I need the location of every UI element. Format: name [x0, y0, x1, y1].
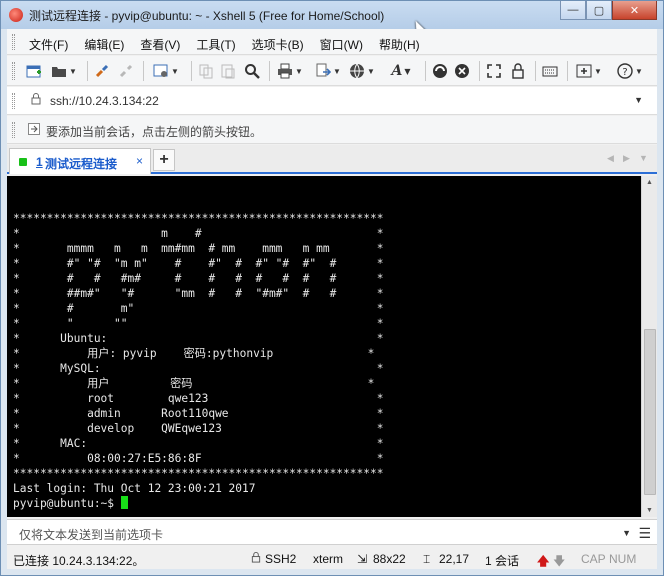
menu-help[interactable]: 帮助(H) [379, 36, 420, 53]
terminal-output: ****************************************… [13, 211, 383, 511]
status-size-icon: ⇲ [357, 552, 368, 566]
reconnect-icon[interactable] [93, 62, 111, 80]
add-tab-icon[interactable]: ▼ [573, 62, 605, 80]
tab-bar: 1 测试远程连接 × + ◀ ▶ ▼ [7, 145, 657, 174]
terminal-text: ****************************************… [13, 212, 384, 510]
toolbar: ▼ ▼ ▼ ▼ ▼ A ▼ ▼ ? ▼ [7, 56, 657, 86]
tab-scroll-right-icon[interactable]: ▶ [623, 153, 630, 164]
window-controls: — ▢ ✕ [560, 1, 657, 21]
compose-dropdown-icon[interactable]: ▼ [622, 528, 631, 538]
address-input[interactable]: ssh://10.24.3.134:22 [50, 94, 159, 108]
keyboard-icon[interactable] [541, 62, 559, 80]
client-area: 文件(F) 编辑(E) 查看(V) 工具(T) 选项卡(B) 窗口(W) 帮助(… [7, 29, 657, 569]
addressbar-grip-icon[interactable] [12, 93, 15, 109]
toolbar-separator [535, 61, 536, 81]
terminal-cursor [120, 496, 128, 509]
paste-icon[interactable] [219, 62, 237, 80]
menu-tools[interactable]: 工具(T) [196, 36, 235, 53]
toolbar-separator [425, 61, 426, 81]
title-bar[interactable]: 测试远程连接 - pyvip@ubuntu: ~ - Xshell 5 (Fre… [1, 1, 663, 38]
xmanager-icon[interactable] [453, 62, 471, 80]
download-arrow-icon: 🡇 [553, 554, 566, 568]
scrollbar-thumb[interactable] [644, 329, 656, 495]
hint-text: 要添加当前会话，点击左侧的箭头按钮。 [46, 125, 263, 139]
disconnect-icon[interactable] [117, 62, 135, 80]
minimize-button[interactable]: — [560, 1, 586, 20]
connected-status-icon [19, 158, 27, 166]
xshell-window: 测试远程连接 - pyvip@ubuntu: ~ - Xshell 5 (Fre… [0, 0, 664, 576]
tab-list-icon[interactable]: ▼ [639, 153, 648, 163]
tab-scroll-left-icon[interactable]: ◀ [607, 153, 614, 164]
fullscreen-icon[interactable] [485, 62, 503, 80]
menubar-grip-icon[interactable] [12, 34, 15, 50]
status-position-icon: ⌶ [423, 552, 431, 566]
menu-view[interactable]: 查看(V) [140, 36, 180, 53]
font-icon[interactable]: A ▼ [385, 62, 417, 80]
hintbar-grip-icon[interactable] [12, 122, 15, 138]
toolbar-separator [87, 61, 88, 81]
hint-bar: 要添加当前会话，点击左侧的箭头按钮。 [7, 116, 657, 144]
menu-items: 文件(F) 编辑(E) 查看(V) 工具(T) 选项卡(B) 窗口(W) 帮助(… [29, 36, 436, 53]
new-tab-button[interactable]: + [153, 149, 175, 171]
status-sessions: 1 会话 [485, 554, 520, 568]
compose-input[interactable]: 仅将文本发送到当前选项卡 [19, 526, 163, 543]
toolbar-separator [191, 61, 192, 81]
compose-bar[interactable]: 仅将文本发送到当前选项卡 ▼ ☰ [7, 519, 657, 545]
toolbar-separator [567, 61, 568, 81]
xshell-app-icon[interactable] [9, 8, 23, 22]
toolbar-separator [269, 61, 270, 81]
scroll-up-icon[interactable]: ▲ [646, 179, 653, 186]
add-session-arrow-icon[interactable] [28, 123, 40, 138]
window-title: 测试远程连接 - pyvip@ubuntu: ~ - Xshell 5 (Fre… [29, 9, 385, 23]
close-button[interactable]: ✕ [612, 1, 657, 20]
upload-arrow-icon: 🡅 [537, 554, 550, 568]
menu-edit[interactable]: 编辑(E) [84, 36, 124, 53]
connection-status: 已连接 10.24.3.134:22。 [13, 554, 145, 568]
svg-text:?: ? [622, 67, 627, 78]
scroll-down-icon[interactable]: ▼ [646, 507, 653, 514]
globe-icon[interactable]: ▼ [347, 62, 377, 80]
maximize-button[interactable]: ▢ [586, 1, 612, 20]
toolbar-separator [479, 61, 480, 81]
status-terminal-type: xterm [313, 552, 343, 566]
menu-file[interactable]: 文件(F) [29, 36, 68, 53]
print-icon[interactable]: ▼ [275, 62, 305, 80]
tab-close-icon[interactable]: × [136, 154, 143, 168]
lock-icon[interactable] [509, 62, 527, 80]
new-session-icon[interactable] [25, 62, 43, 80]
status-num: NUM [609, 552, 637, 566]
status-position: 22,17 [439, 552, 470, 566]
tab-session-1[interactable]: 1 测试远程连接 × [9, 148, 151, 174]
menu-window[interactable]: 窗口(W) [320, 36, 363, 53]
toolbar-grip-icon[interactable] [12, 62, 15, 80]
properties-icon[interactable]: ▼ [149, 62, 183, 80]
status-size: 88x22 [373, 552, 406, 566]
font-glyph-icon: A [391, 63, 403, 79]
menu-bar: 文件(F) 编辑(E) 查看(V) 工具(T) 选项卡(B) 窗口(W) 帮助(… [7, 29, 657, 55]
terminal-scrollbar[interactable]: ▲ ▼ [641, 176, 657, 517]
copy-icon[interactable] [197, 62, 215, 80]
status-protocol: SSH2 [265, 552, 297, 566]
terminal-screen[interactable]: ****************************************… [7, 176, 641, 517]
status-bar: 已连接 10.24.3.134:22。 SSH2 xterm ⇲ 88x22 ⌶… [7, 547, 657, 569]
tab-label: 测试远程连接 [45, 157, 118, 171]
help-icon[interactable]: ? ▼ [613, 62, 647, 80]
xftp-icon[interactable] [431, 62, 449, 80]
compose-menu-icon[interactable]: ☰ [638, 525, 651, 542]
open-folder-icon[interactable]: ▼ [49, 62, 79, 80]
lock-icon [31, 93, 41, 108]
tab-number: 1 [36, 155, 43, 169]
find-icon[interactable] [243, 62, 261, 80]
address-bar[interactable]: ssh://10.24.3.134:22 ▼ [7, 87, 657, 115]
status-cap: CAP [581, 552, 606, 566]
menu-tab[interactable]: 选项卡(B) [252, 36, 304, 53]
transfer-icon[interactable]: ▼ [311, 62, 345, 80]
status-lock-icon [251, 552, 261, 566]
toolbar-separator [143, 61, 144, 81]
address-dropdown-icon[interactable]: ▼ [634, 95, 643, 105]
